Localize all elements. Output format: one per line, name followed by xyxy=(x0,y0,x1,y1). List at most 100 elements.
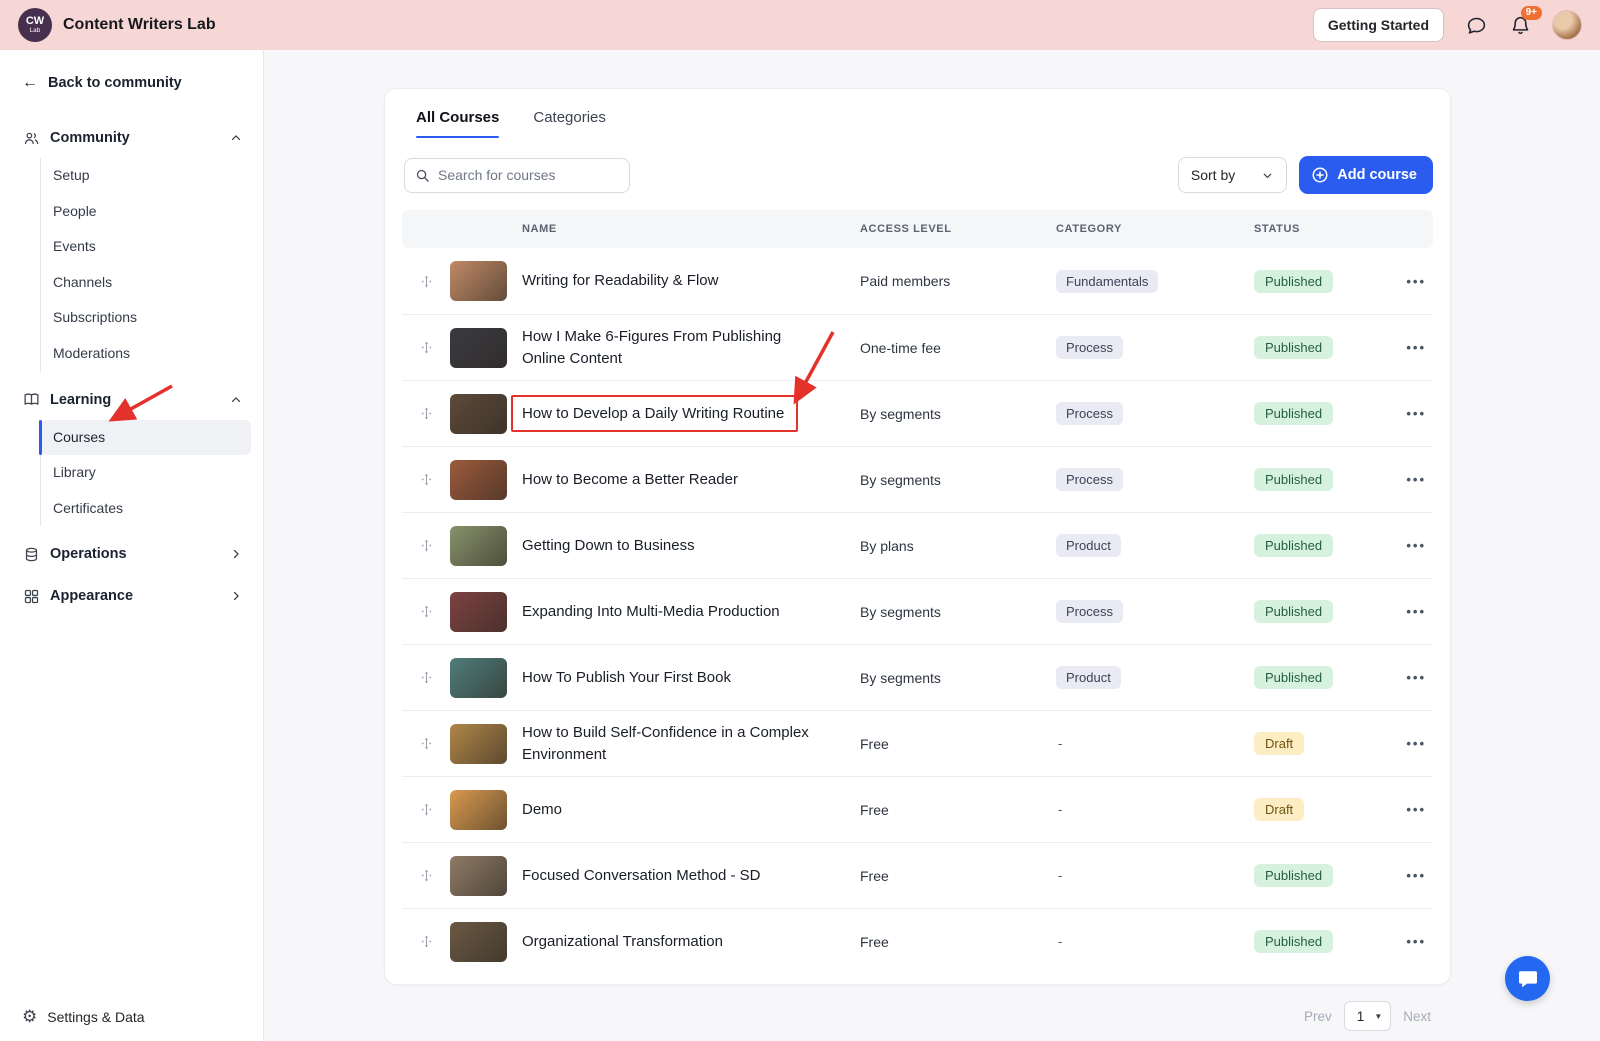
sort-by-dropdown[interactable]: Sort by xyxy=(1177,157,1288,193)
community-logo[interactable]: CW Lab xyxy=(18,8,52,42)
app-header: CW Lab Content Writers Lab Getting Start… xyxy=(0,0,1600,50)
course-name[interactable]: How to Develop a Daily Writing Routine xyxy=(510,394,820,433)
table-header-row: NAME ACCESS LEVEL CATEGORY STATUS xyxy=(402,210,1433,248)
drag-handle-icon[interactable] xyxy=(402,340,450,355)
course-name[interactable]: How I Make 6-Figures From Publishing Onl… xyxy=(522,326,860,370)
drag-handle-icon[interactable] xyxy=(402,670,450,685)
status-badge: Published xyxy=(1254,402,1334,425)
row-actions-menu[interactable]: ••• xyxy=(1387,802,1432,817)
drag-handle-icon[interactable] xyxy=(402,538,450,553)
drag-handle-icon[interactable] xyxy=(402,802,450,817)
operations-section-label: Operations xyxy=(50,546,127,563)
notification-count-badge: 9+ xyxy=(1520,6,1542,20)
course-name[interactable]: Expanding Into Multi-Media Production xyxy=(522,601,816,623)
course-name[interactable]: Getting Down to Business xyxy=(522,535,731,557)
sidebar-section-community[interactable]: Community xyxy=(0,120,263,156)
table-row[interactable]: Expanding Into Multi-Media Production By… xyxy=(402,578,1433,644)
drag-handle-icon[interactable] xyxy=(402,736,450,751)
access-level: Free xyxy=(860,867,889,884)
plus-circle-icon xyxy=(1311,166,1329,184)
category-badge: Product xyxy=(1056,666,1121,689)
table-row[interactable]: Writing for Readability & Flow Paid memb… xyxy=(402,248,1433,314)
sidebar-item-moderations[interactable]: Moderations xyxy=(41,336,251,372)
table-row[interactable]: How To Publish Your First Book By segmen… xyxy=(402,644,1433,710)
sidebar-item-library[interactable]: Library xyxy=(41,455,251,491)
appearance-icon xyxy=(22,587,40,605)
appearance-section-label: Appearance xyxy=(50,588,134,605)
table-row[interactable]: Organizational Transformation Free - Pub… xyxy=(402,908,1433,974)
table-row[interactable]: How to Become a Better Reader By segment… xyxy=(402,446,1433,512)
sidebar-item-channels[interactable]: Channels xyxy=(41,265,251,301)
course-name[interactable]: How To Publish Your First Book xyxy=(522,667,767,689)
sidebar-item-subscriptions[interactable]: Subscriptions xyxy=(41,300,251,336)
table-row[interactable]: How to Develop a Daily Writing Routine B… xyxy=(402,380,1433,446)
status-badge: Published xyxy=(1254,336,1334,359)
tab-all-courses[interactable]: All Courses xyxy=(416,109,500,138)
row-actions-menu[interactable]: ••• xyxy=(1387,340,1432,355)
course-name[interactable]: How to Become a Better Reader xyxy=(522,469,774,491)
sidebar-section-operations[interactable]: Operations xyxy=(0,536,263,572)
course-name[interactable]: Demo xyxy=(522,799,598,821)
table-row[interactable]: Getting Down to Business By plans Produc… xyxy=(402,512,1433,578)
course-name[interactable]: Writing for Readability & Flow xyxy=(522,270,754,292)
row-actions-menu[interactable]: ••• xyxy=(1387,604,1432,619)
course-name[interactable]: Organizational Transformation xyxy=(522,931,759,953)
chevron-down-icon: ▼ xyxy=(1374,1011,1383,1021)
sidebar-item-people[interactable]: People xyxy=(41,194,251,230)
drag-handle-icon[interactable] xyxy=(402,604,450,619)
notifications-icon[interactable]: 9+ xyxy=(1508,6,1542,37)
status-badge: Draft xyxy=(1254,732,1305,755)
chevron-up-icon xyxy=(229,131,243,145)
chat-widget-button[interactable] xyxy=(1505,956,1550,1001)
row-actions-menu[interactable]: ••• xyxy=(1387,472,1432,487)
sidebar-item-certificates[interactable]: Certificates xyxy=(41,491,251,527)
course-thumbnail xyxy=(450,393,507,434)
row-actions-menu[interactable]: ••• xyxy=(1387,736,1432,751)
messages-icon[interactable] xyxy=(1464,13,1488,37)
table-row[interactable]: Demo Free - Draft ••• xyxy=(402,776,1433,842)
category-badge: Product xyxy=(1056,534,1121,557)
row-actions-menu[interactable]: ••• xyxy=(1387,538,1432,553)
access-level: By segments xyxy=(860,471,941,488)
add-course-button[interactable]: Add course xyxy=(1299,156,1433,194)
sidebar-section-appearance[interactable]: Appearance xyxy=(0,578,263,614)
access-level: Free xyxy=(860,801,889,818)
course-table-body: Writing for Readability & Flow Paid memb… xyxy=(402,248,1433,974)
row-actions-menu[interactable]: ••• xyxy=(1387,406,1432,421)
row-actions-menu[interactable]: ••• xyxy=(1387,934,1432,949)
community-title: Content Writers Lab xyxy=(63,16,216,33)
tab-categories[interactable]: Categories xyxy=(533,109,606,138)
table-row[interactable]: How I Make 6-Figures From Publishing Onl… xyxy=(402,314,1433,380)
course-search[interactable] xyxy=(404,157,630,193)
course-name[interactable]: Focused Conversation Method - SD xyxy=(522,865,796,887)
back-to-community-link[interactable]: ← Back to community xyxy=(0,74,263,92)
settings-and-data-link[interactable]: ⚙ Settings & Data xyxy=(0,992,263,1041)
row-actions-menu[interactable]: ••• xyxy=(1387,274,1432,289)
prev-page-button[interactable]: Prev xyxy=(1304,1009,1332,1024)
user-avatar[interactable] xyxy=(1552,10,1582,40)
search-input[interactable] xyxy=(438,167,619,183)
drag-handle-icon[interactable] xyxy=(402,868,450,883)
course-thumbnail xyxy=(450,459,507,500)
page-select[interactable]: 1 ▼ xyxy=(1343,1001,1392,1031)
sidebar-item-courses[interactable]: Courses xyxy=(39,419,251,456)
category-badge: - xyxy=(1058,934,1063,949)
course-name[interactable]: How to Build Self-Confidence in a Comple… xyxy=(522,722,860,766)
getting-started-button[interactable]: Getting Started xyxy=(1312,8,1444,42)
row-actions-menu[interactable]: ••• xyxy=(1387,670,1432,685)
sidebar-item-events[interactable]: Events xyxy=(41,229,251,265)
sidebar-section-learning[interactable]: Learning xyxy=(0,382,263,418)
sidebar-item-setup[interactable]: Setup xyxy=(41,158,251,194)
status-badge: Published xyxy=(1254,534,1334,557)
drag-handle-icon[interactable] xyxy=(402,934,450,949)
add-course-label: Add course xyxy=(1337,167,1417,183)
drag-handle-icon[interactable] xyxy=(402,406,450,421)
table-row[interactable]: Focused Conversation Method - SD Free - … xyxy=(402,842,1433,908)
table-row[interactable]: How to Build Self-Confidence in a Comple… xyxy=(402,710,1433,776)
row-actions-menu[interactable]: ••• xyxy=(1387,868,1432,883)
drag-handle-icon[interactable] xyxy=(402,274,450,289)
community-sub-list: Setup People Events Channels Subscriptio… xyxy=(40,158,251,372)
category-badge: - xyxy=(1058,868,1063,883)
drag-handle-icon[interactable] xyxy=(402,472,450,487)
next-page-button[interactable]: Next xyxy=(1403,1009,1431,1024)
